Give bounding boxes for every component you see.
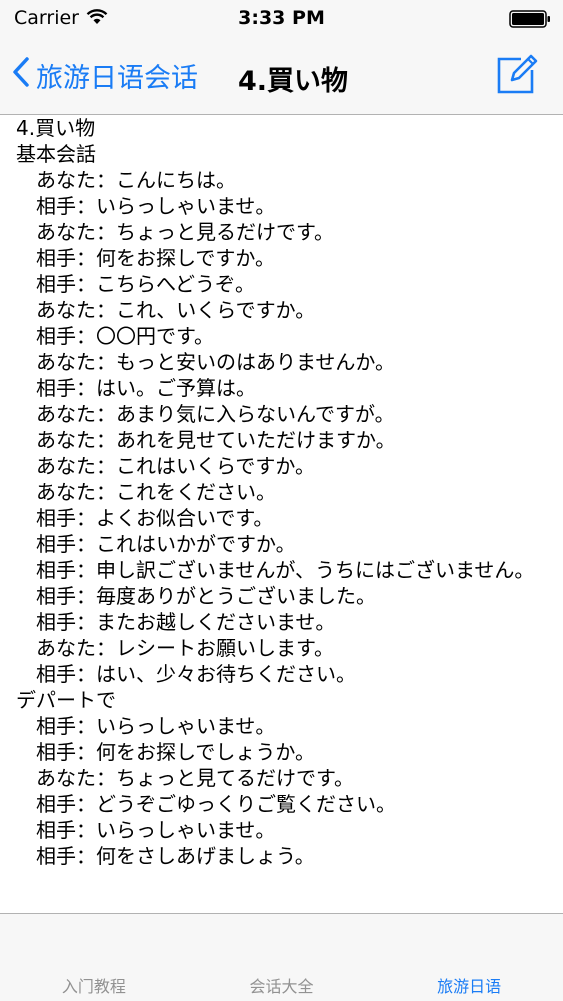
text-line: 相手：毎度ありがとうございました。 — [16, 584, 376, 608]
text-line: 相手：こちらへどうぞ。 — [16, 272, 255, 296]
text-line: あなた：こんにちは。 — [16, 168, 236, 192]
navigation-bar: 旅游日语会话 4.買い物 — [0, 38, 563, 115]
text-line: 相手：はい、少々お待ちください。 — [16, 662, 356, 686]
compose-icon — [495, 54, 539, 100]
text-line: あなた：あれを見せていただけますか。 — [16, 428, 396, 452]
text-line: 相手：よくお似合いです。 — [16, 506, 274, 530]
text-line: あなた：ちょっと見るだけです。 — [16, 220, 334, 244]
status-bar: Carrier 3:33 PM — [0, 0, 563, 38]
text-line: あなた：これはいくらですか。 — [16, 454, 315, 478]
text-line: 相手：〇〇円です。 — [16, 324, 214, 348]
text-line: 相手：これはいかがですか。 — [16, 532, 296, 556]
tab-intro-tutorial[interactable]: 入门教程 — [0, 914, 188, 1001]
text-line: 4.買い物 — [16, 116, 96, 140]
battery-icon — [509, 10, 551, 32]
text-line: あなた：これをください。 — [16, 480, 276, 504]
tab-conversation-collection[interactable]: 会话大全 — [188, 914, 376, 1001]
text-line: あなた：レシートお願いします。 — [16, 636, 334, 660]
clock: 3:33 PM — [238, 7, 325, 29]
text-line: 相手：何をさしあげましょう。 — [16, 844, 315, 868]
tab-travel-japanese[interactable]: 旅游日语 — [375, 914, 563, 1001]
back-button[interactable]: 旅游日语会话 — [12, 53, 198, 97]
text-line: 相手：またお越しくださいませ。 — [16, 610, 336, 634]
tab-label: 入门教程 — [61, 977, 126, 996]
text-line: 相手：はい。ご予算は。 — [16, 376, 256, 400]
text-line: 基本会話 — [16, 142, 96, 166]
text-line: あなた：これ、いくらですか。 — [16, 298, 316, 322]
tab-label: 会话大全 — [249, 977, 314, 996]
text-line: 相手：いらっしゃいませ。 — [16, 194, 276, 218]
page-title: 4.買い物 — [238, 66, 349, 97]
conversation-text: 4.買い物 基本会話 あなた：こんにちは。 相手：いらっしゃいませ。 あなた：ちょ… — [0, 115, 563, 869]
text-line: あなた：あまり気に入らないんですが。 — [16, 402, 395, 426]
text-line: あなた：もっと安いのはありませんか。 — [16, 350, 395, 374]
tab-label: 旅游日语 — [437, 977, 502, 996]
text-line: 相手：いらっしゃいませ。 — [16, 818, 276, 842]
text-line: あなた：ちょっと見てるだけです。 — [16, 766, 354, 790]
text-line: 相手：何をお探しでしょうか。 — [16, 740, 315, 764]
back-label: 旅游日语会话 — [36, 62, 198, 94]
text-line: 相手：何をお探しですか。 — [16, 246, 275, 270]
text-line: 相手：申し訳ございませんが、うちにはございません。 — [16, 558, 535, 582]
content-scroll-view[interactable]: 4.買い物 基本会話 あなた：こんにちは。 相手：いらっしゃいませ。 あなた：ちょ… — [0, 115, 563, 913]
compose-button[interactable] — [495, 52, 539, 100]
text-line: 相手：どうぞごゆっくりご覧ください。 — [16, 792, 396, 816]
chevron-left-icon — [12, 56, 30, 94]
text-line: 相手：いらっしゃいませ。 — [16, 714, 276, 738]
text-line: デパートで — [16, 688, 116, 712]
tab-bar: 入门教程 会话大全 旅游日语 — [0, 913, 563, 1001]
